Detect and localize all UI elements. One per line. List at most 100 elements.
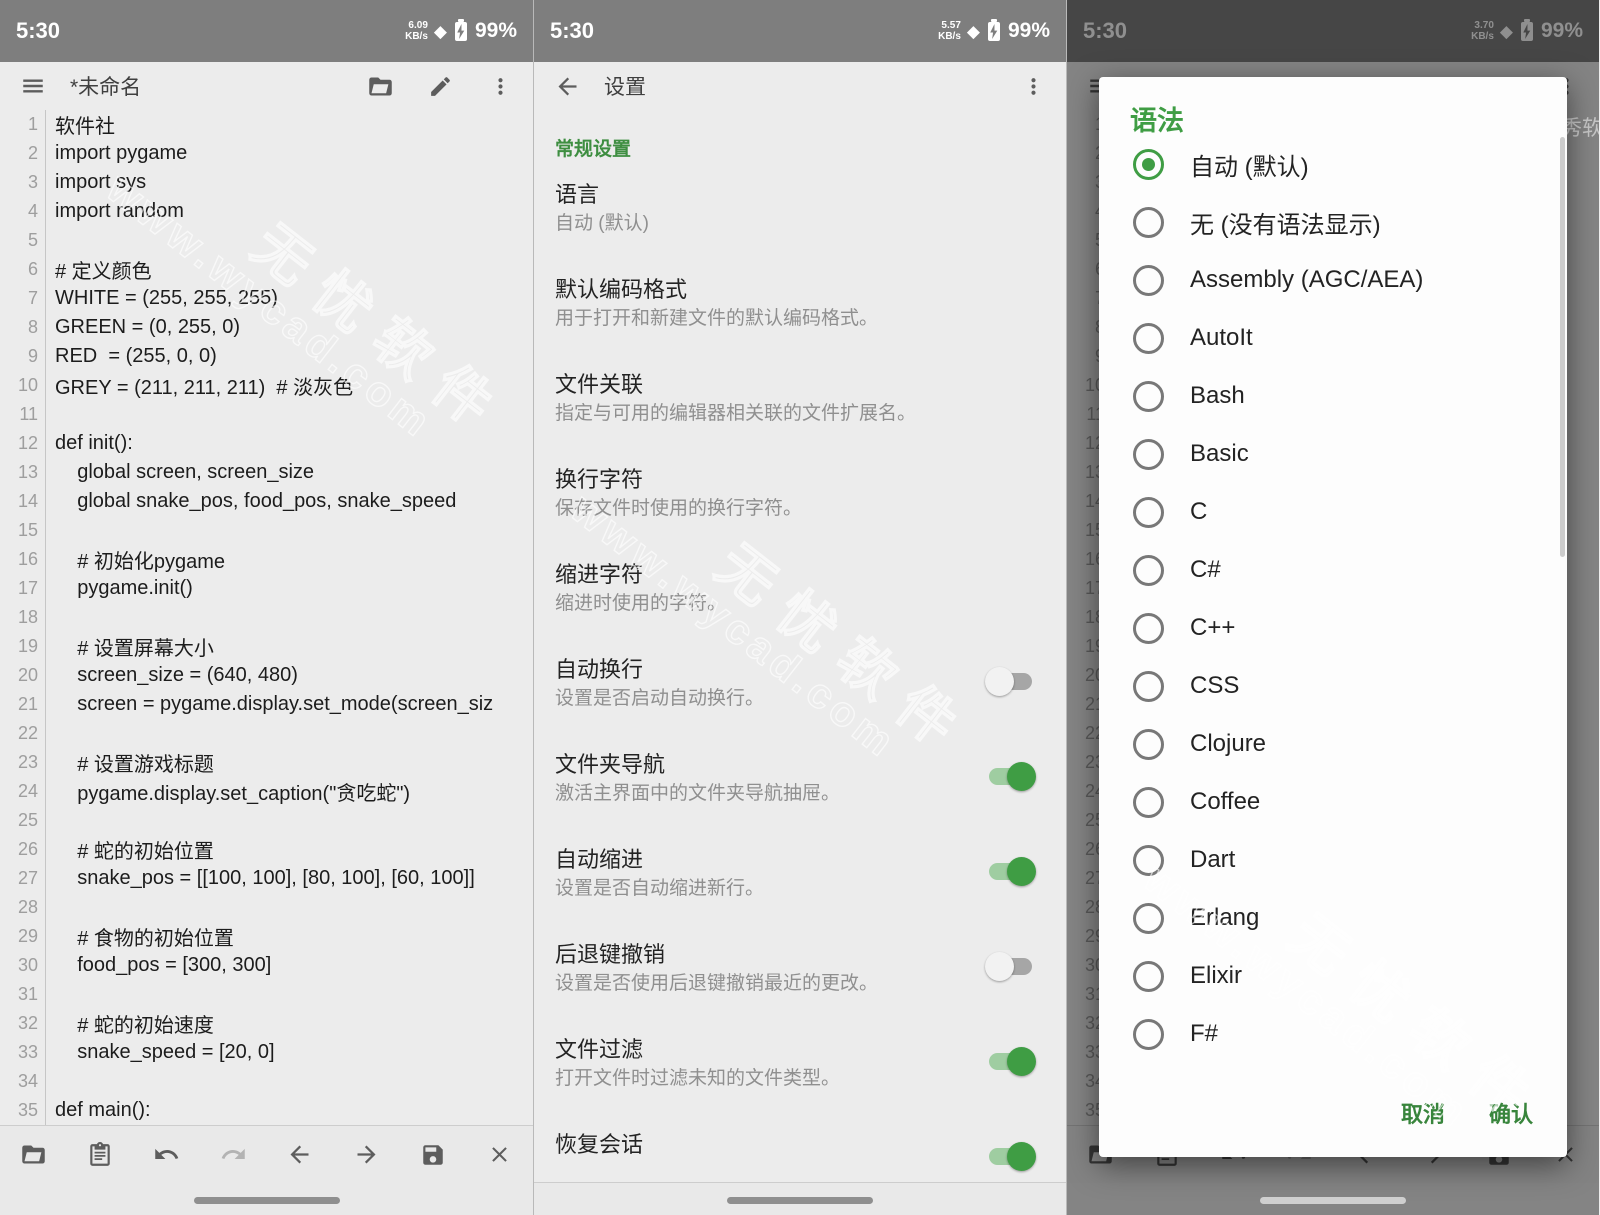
- toggle-switch[interactable]: [987, 857, 1034, 886]
- settings-item[interactable]: 文件夹导航 激活主界面中的文件夹导航抽屉。: [534, 737, 1066, 832]
- radio-button[interactable]: [1133, 787, 1164, 818]
- home-indicator[interactable]: [1260, 1197, 1406, 1204]
- code-text: WHITE = (255, 255, 255): [46, 284, 278, 313]
- code-editor[interactable]: 1 软件社 2 import pygame 3 import sys 4 imp…: [0, 110, 533, 1125]
- radio-button[interactable]: [1133, 439, 1164, 470]
- syntax-option-label: Clojure: [1190, 730, 1266, 758]
- redo-icon[interactable]: [216, 1138, 250, 1172]
- cancel-button[interactable]: 取消: [1401, 1097, 1445, 1129]
- code-line: 29 # 食物的初始位置: [0, 922, 533, 951]
- radio-button[interactable]: [1133, 961, 1164, 992]
- code-text: GREY = (211, 211, 211) # 淡灰色: [46, 371, 353, 400]
- settings-toolbar: 设置: [534, 62, 1066, 110]
- radio-button[interactable]: [1133, 497, 1164, 528]
- syntax-option[interactable]: AutoIt: [1099, 309, 1567, 367]
- syntax-dialog: 语法 自动 (默认) 无 (没有语法显示) Assembly (AGC/AEA): [1099, 77, 1567, 1157]
- code-line: 1 软件社: [0, 110, 533, 139]
- save-icon[interactable]: [416, 1138, 450, 1172]
- settings-item[interactable]: 恢复会话: [534, 1117, 1066, 1183]
- dialog-scrollbar[interactable]: [1560, 137, 1565, 557]
- line-number: 6: [0, 255, 46, 284]
- editor-bottom-toolbar: [0, 1125, 533, 1183]
- syntax-option[interactable]: Coffee: [1099, 773, 1567, 831]
- line-number: 28: [0, 893, 46, 922]
- undo-icon[interactable]: [149, 1138, 183, 1172]
- page-title: 设置: [604, 71, 646, 101]
- settings-item[interactable]: 语言 自动 (默认): [534, 167, 1066, 262]
- code-text: import pygame: [46, 139, 187, 168]
- settings-item[interactable]: 文件关联 指定与可用的编辑器相关联的文件扩展名。: [534, 357, 1066, 452]
- code-text: [46, 603, 55, 632]
- syntax-option[interactable]: CSS: [1099, 657, 1567, 715]
- syntax-option[interactable]: 无 (没有语法显示): [1099, 193, 1567, 251]
- line-number: 5: [0, 226, 46, 255]
- radio-button[interactable]: [1133, 555, 1164, 586]
- syntax-option[interactable]: Elixir: [1099, 947, 1567, 1005]
- syntax-dialog-screen: 5:30 3.70KB/s ◆ 99% 1 软件社 2: [1066, 0, 1599, 1215]
- settings-item[interactable]: 默认编码格式 用于打开和新建文件的默认编码格式。: [534, 262, 1066, 357]
- cursor-right-icon[interactable]: [350, 1138, 384, 1172]
- syntax-option[interactable]: Basic: [1099, 425, 1567, 483]
- toggle-switch[interactable]: [987, 762, 1034, 791]
- syntax-option[interactable]: C#: [1099, 541, 1567, 599]
- back-icon[interactable]: [550, 69, 584, 103]
- radio-button[interactable]: [1133, 845, 1164, 876]
- syntax-option[interactable]: 自动 (默认): [1099, 135, 1567, 193]
- radio-button[interactable]: [1133, 671, 1164, 702]
- radio-button[interactable]: [1133, 323, 1164, 354]
- open-folder-button[interactable]: [363, 69, 397, 103]
- syntax-option-label: CSS: [1190, 672, 1239, 700]
- status-bar: 5:30 5.57KB/s ◆ 99%: [534, 0, 1066, 62]
- settings-item[interactable]: 缩进字符 缩进时使用的字符。: [534, 547, 1066, 642]
- syntax-option[interactable]: Erlang: [1099, 889, 1567, 947]
- syntax-option[interactable]: Clojure: [1099, 715, 1567, 773]
- radio-button[interactable]: [1133, 1019, 1164, 1050]
- confirm-button[interactable]: 确认: [1489, 1097, 1533, 1129]
- syntax-option[interactable]: C: [1099, 483, 1567, 541]
- radio-button[interactable]: [1133, 613, 1164, 644]
- line-number: 13: [0, 458, 46, 487]
- radio-button[interactable]: [1133, 381, 1164, 412]
- edit-button[interactable]: [423, 69, 457, 103]
- setting-description: 缩进时使用的字符。: [555, 589, 976, 618]
- toggle-switch[interactable]: [987, 1047, 1034, 1076]
- home-indicator[interactable]: [727, 1197, 873, 1204]
- close-icon[interactable]: [483, 1138, 517, 1172]
- settings-item[interactable]: 文件过滤 打开文件时过滤未知的文件类型。: [534, 1022, 1066, 1117]
- setting-title: 文件夹导航: [555, 751, 976, 779]
- settings-item[interactable]: 换行字符 保存文件时使用的换行字符。: [534, 452, 1066, 547]
- section-header: 常规设置: [555, 134, 1066, 161]
- vpn-icon: ◆: [434, 23, 447, 40]
- syntax-option[interactable]: Dart: [1099, 831, 1567, 889]
- settings-item[interactable]: 自动换行 设置是否启动自动换行。: [534, 642, 1066, 737]
- radio-button[interactable]: [1133, 265, 1164, 296]
- toggle-switch[interactable]: [987, 667, 1034, 696]
- settings-item[interactable]: 自动缩进 设置是否自动缩进新行。: [534, 832, 1066, 927]
- syntax-option[interactable]: Bash: [1099, 367, 1567, 425]
- battery-percent: 99%: [1008, 19, 1050, 43]
- radio-button[interactable]: [1133, 729, 1164, 760]
- line-number: 21: [0, 690, 46, 719]
- code-text: def init():: [46, 429, 133, 458]
- code-text: def main():: [46, 1096, 151, 1125]
- open-file-icon[interactable]: [16, 1138, 50, 1172]
- cursor-left-icon[interactable]: [283, 1138, 317, 1172]
- radio-button[interactable]: [1133, 149, 1164, 180]
- overflow-menu-icon[interactable]: [1016, 69, 1050, 103]
- home-indicator[interactable]: [194, 1197, 340, 1204]
- toggle-switch[interactable]: [987, 1142, 1034, 1171]
- code-line: 5: [0, 226, 533, 255]
- toggle-switch[interactable]: [987, 952, 1034, 981]
- overflow-menu-icon[interactable]: [483, 69, 517, 103]
- syntax-option[interactable]: F#: [1099, 1005, 1567, 1063]
- line-number: 8: [0, 313, 46, 342]
- settings-item[interactable]: 后退键撤销 设置是否使用后退键撤销最近的更改。: [534, 927, 1066, 1022]
- menu-icon[interactable]: [16, 69, 50, 103]
- syntax-option[interactable]: C++: [1099, 599, 1567, 657]
- radio-button[interactable]: [1133, 207, 1164, 238]
- setting-title: 文件关联: [555, 371, 976, 399]
- code-line: 26 # 蛇的初始位置: [0, 835, 533, 864]
- radio-button[interactable]: [1133, 903, 1164, 934]
- syntax-option[interactable]: Assembly (AGC/AEA): [1099, 251, 1567, 309]
- paste-icon[interactable]: [83, 1138, 117, 1172]
